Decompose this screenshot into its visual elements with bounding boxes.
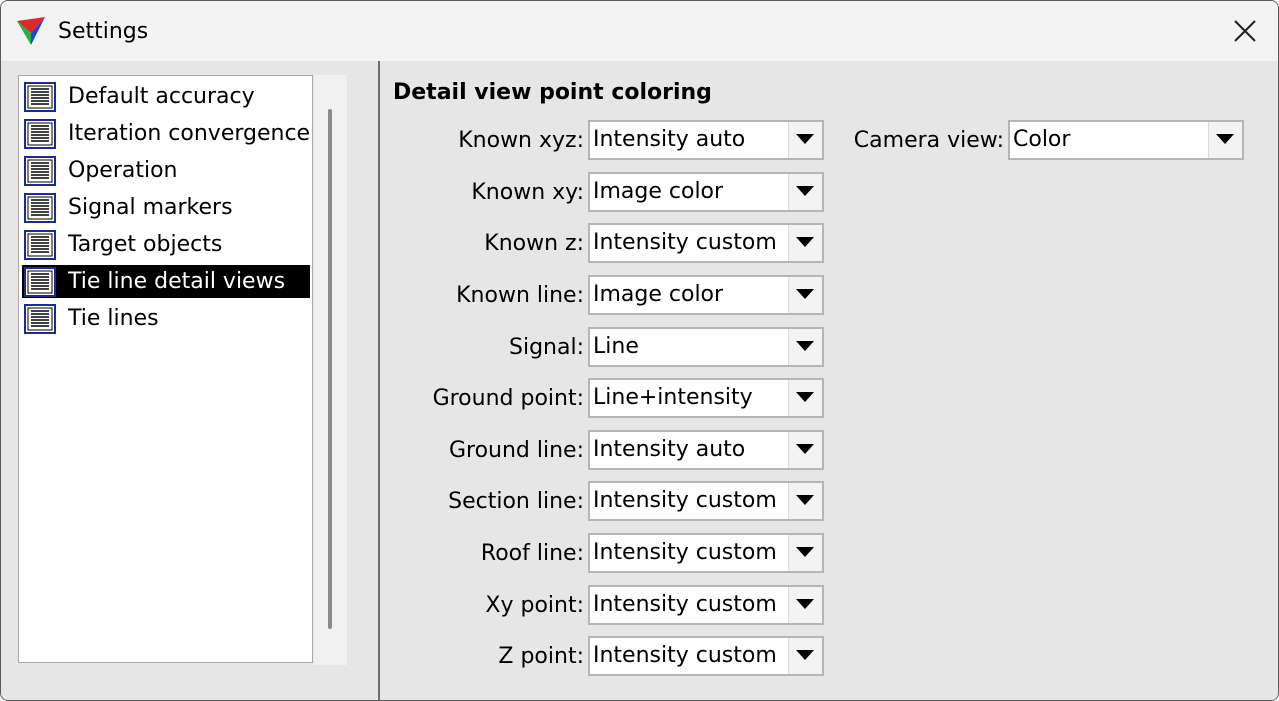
settings-window: Settings Default accuracy Iteration conve… (0, 0, 1279, 701)
dropdown-value: Line (593, 334, 639, 359)
chevron-down-icon (796, 237, 814, 247)
chevron-down-icon (796, 444, 814, 454)
coloring-dropdown[interactable]: Image color (588, 172, 824, 212)
chevron-down-icon (796, 650, 814, 660)
close-icon (1234, 20, 1256, 42)
dropdown-value: Intensity custom (593, 230, 777, 255)
coloring-dropdown[interactable]: Intensity auto (588, 430, 824, 470)
dropdown-button[interactable] (788, 483, 822, 519)
dropdown-button[interactable] (788, 277, 822, 313)
tree-item[interactable]: Target objects (22, 228, 310, 261)
tree-item-label: Target objects (68, 232, 223, 257)
dropdown-button[interactable] (788, 587, 822, 623)
row-label: Signal: (509, 335, 584, 360)
chevron-down-icon (796, 599, 814, 609)
category-tree[interactable]: Default accuracy Iteration convergence Ope… (18, 75, 313, 663)
dropdown-value: Image color (593, 282, 724, 307)
chevron-down-icon (796, 392, 814, 402)
dropdown-button[interactable] (788, 174, 822, 210)
window-title: Settings (58, 19, 149, 44)
tree-item[interactable]: Tie lines (22, 302, 310, 335)
tree-item[interactable]: Operation (22, 154, 310, 187)
dropdown-value: Color (1013, 127, 1071, 152)
row-label: Roof line: (480, 541, 584, 566)
dropdown-value: Intensity custom (593, 488, 777, 513)
tree-item[interactable]: Iteration convergence (22, 117, 310, 150)
title-bar[interactable]: Settings (1, 1, 1278, 61)
dropdown-value: Line+intensity (593, 385, 753, 410)
row-label: Ground line: (448, 438, 584, 463)
dropdown-value: Intensity custom (593, 592, 777, 617)
dropdown-button[interactable] (788, 329, 822, 365)
chevron-down-icon (796, 547, 814, 557)
dropdown-button[interactable] (788, 225, 822, 261)
dropdown-value: Intensity auto (593, 437, 746, 462)
close-button[interactable] (1223, 11, 1265, 51)
coloring-dropdown[interactable]: Intensity custom (588, 223, 824, 263)
dropdown-value: Intensity custom (593, 643, 777, 668)
section-title: Detail view point coloring (393, 80, 712, 105)
tree-item-label: Tie lines (68, 306, 159, 331)
tree-item[interactable]: Default accuracy (22, 80, 310, 113)
scrollbar-thumb[interactable] (328, 109, 332, 629)
document-icon (24, 229, 56, 260)
dropdown-button[interactable] (1208, 122, 1242, 158)
app-logo-icon (17, 17, 45, 45)
row-label: Xy point: (485, 593, 584, 618)
dropdown-button[interactable] (788, 432, 822, 468)
dropdown-value: Intensity auto (593, 127, 746, 152)
coloring-dropdown[interactable]: Image color (588, 275, 824, 315)
tree-scrollbar[interactable] (314, 75, 347, 665)
dropdown-button[interactable] (788, 535, 822, 571)
row-label: Ground point: (432, 386, 584, 411)
row-label: Z point: (498, 644, 584, 669)
tree-item-label: Default accuracy (68, 84, 255, 109)
tree-item-label: Operation (68, 158, 178, 183)
panel-divider[interactable] (378, 61, 380, 700)
chevron-down-icon (796, 495, 814, 505)
chevron-down-icon (1216, 134, 1234, 144)
row-label: Known xy: (471, 180, 584, 205)
row-label: Known xyz: (458, 128, 584, 153)
document-icon (24, 266, 56, 297)
row-label: Known z: (484, 231, 584, 256)
dropdown-button[interactable] (788, 380, 822, 416)
tree-item-label: Signal markers (68, 195, 233, 220)
coloring-dropdown[interactable]: Intensity auto (588, 120, 824, 160)
tree-item-label: Tie line detail views (68, 269, 286, 294)
dropdown-value: Image color (593, 179, 724, 204)
document-icon (24, 155, 56, 186)
document-icon (24, 81, 56, 112)
document-icon (24, 192, 56, 223)
document-icon (24, 303, 56, 334)
tree-item-label: Iteration convergence (68, 121, 311, 146)
tree-item[interactable]: Tie line detail views (22, 265, 310, 298)
coloring-dropdown[interactable]: Intensity custom (588, 636, 824, 676)
coloring-dropdown[interactable]: Line+intensity (588, 378, 824, 418)
row-label: Known line: (456, 283, 584, 308)
coloring-dropdown[interactable]: Intensity custom (588, 481, 824, 521)
row-label: Section line: (448, 489, 584, 514)
document-icon (24, 118, 56, 149)
dropdown-value: Intensity custom (593, 540, 777, 565)
chevron-down-icon (796, 186, 814, 196)
dropdown-button[interactable] (788, 638, 822, 674)
coloring-dropdown[interactable]: Intensity custom (588, 533, 824, 573)
dialog-body: Default accuracy Iteration convergence Ope… (1, 61, 1278, 700)
chevron-down-icon (796, 341, 814, 351)
coloring-dropdown[interactable]: Line (588, 327, 824, 367)
camera-view-dropdown[interactable]: Color (1008, 120, 1244, 160)
camera-view-label: Camera view: (853, 128, 1004, 153)
chevron-down-icon (796, 289, 814, 299)
tree-item[interactable]: Signal markers (22, 191, 310, 224)
coloring-dropdown[interactable]: Intensity custom (588, 585, 824, 625)
